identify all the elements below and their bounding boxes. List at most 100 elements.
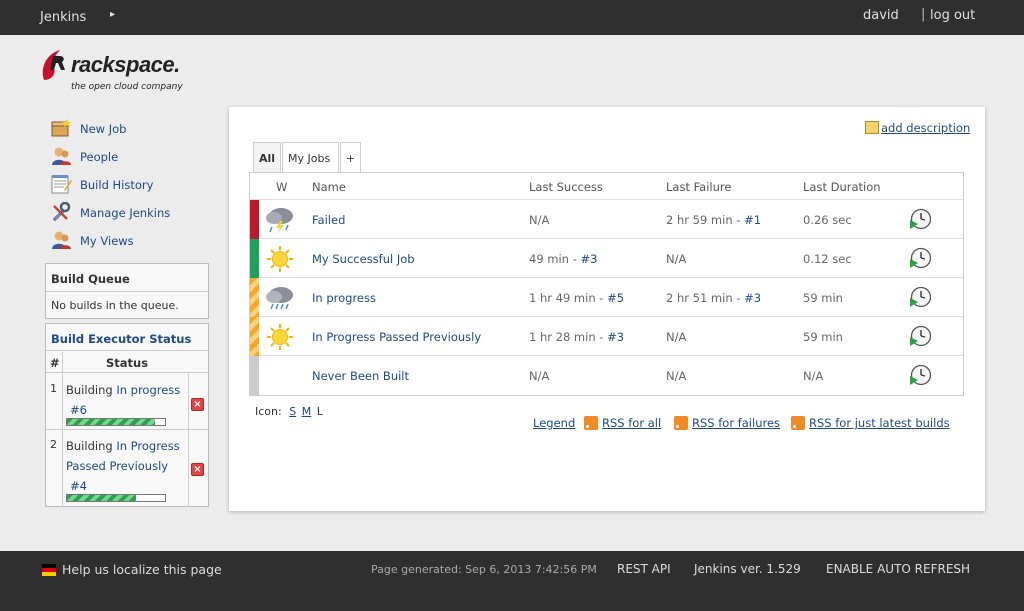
job-name-link[interactable]: Never Been Built <box>312 369 409 383</box>
last-success: 1 hr 49 min - #5 <box>529 291 624 305</box>
sidebar-item-manage-jenkins[interactable]: Manage Jenkins <box>50 202 210 224</box>
executor-job-link[interactable]: In progress <box>116 383 180 397</box>
rest-api-link[interactable]: REST API <box>617 562 671 576</box>
build-queue-pane: Build Queue No builds in the queue. <box>45 263 209 319</box>
sunny-weather-icon <box>267 324 293 350</box>
page-generated-text: Page generated: Sep 6, 2013 7:42:56 PM <box>371 563 597 576</box>
last-failure: N/A <box>666 369 687 383</box>
sidebar-item-my-views[interactable]: My Views <box>50 230 210 252</box>
last-failure-build-link[interactable]: #1 <box>744 213 761 227</box>
build-executor-pane: Build Executor Status # Status 1 Buildin… <box>45 323 209 507</box>
tab-all[interactable]: All <box>253 142 281 172</box>
logout-link[interactable]: log out <box>930 8 975 23</box>
col-last-duration[interactable]: Last Duration <box>803 180 881 194</box>
last-failure: 2 hr 51 min - #3 <box>666 291 761 305</box>
rss-failures-link[interactable]: RSS for failures <box>674 416 780 430</box>
icon-size-selector: Icon: S M L <box>255 405 323 418</box>
tab-new-view[interactable]: + <box>340 142 361 172</box>
sidebar-item-people[interactable]: People <box>50 146 210 168</box>
jenkins-version-link[interactable]: Jenkins ver. 1.529 <box>694 562 801 576</box>
breadcrumb-jenkins[interactable]: Jenkins <box>40 10 86 25</box>
sidebar-item-new-job[interactable]: New Job <box>50 118 210 140</box>
executor-build-link[interactable]: #4 <box>70 479 87 493</box>
username-link[interactable]: david <box>863 8 899 23</box>
last-failure: N/A <box>666 252 687 266</box>
status-failed-indicator <box>250 200 259 239</box>
job-table: W Name Last Success Last Failure Last Du… <box>249 172 964 396</box>
job-name-link[interactable]: In Progress Passed Previously <box>312 330 481 344</box>
schedule-build-icon[interactable] <box>909 208 931 230</box>
build-queue-title[interactable]: Build Queue <box>46 264 208 292</box>
col-name[interactable]: Name <box>312 180 346 194</box>
executor-building-label: Building <box>66 383 113 397</box>
breadcrumb-arrow-icon[interactable]: ▸ <box>110 9 115 20</box>
logo-tagline: the open cloud company <box>71 82 183 92</box>
last-success-build-link[interactable]: #3 <box>580 252 597 266</box>
job-table-header: W Name Last Success Last Failure Last Du… <box>250 173 963 200</box>
rss-icon <box>791 416 805 430</box>
stop-build-icon[interactable]: × <box>191 398 204 411</box>
last-duration: 59 min <box>803 291 843 305</box>
job-row: My Successful Job 49 min - #3 N/A 0.12 s… <box>250 239 963 278</box>
executor-job-link[interactable]: In Progress <box>116 439 179 453</box>
last-duration: 0.12 sec <box>803 252 852 266</box>
build-executor-title[interactable]: Build Executor Status <box>46 324 208 351</box>
col-weather[interactable]: W <box>276 180 287 194</box>
rss-latest-link[interactable]: RSS for just latest builds <box>791 416 950 430</box>
last-failure-build-link[interactable]: #3 <box>744 291 761 305</box>
user-icon <box>52 231 71 249</box>
sidebar-item-label: New Job <box>80 122 127 136</box>
job-name-link[interactable]: My Successful Job <box>312 252 415 266</box>
status-success-indicator <box>250 239 259 278</box>
col-last-success[interactable]: Last Success <box>529 180 603 194</box>
separator: | <box>921 7 926 22</box>
rss-icon <box>584 416 598 430</box>
last-failure-text: 2 hr 59 min - <box>666 213 745 227</box>
rackspace-logo[interactable]: rackspace. the open cloud company <box>40 46 210 98</box>
executor-col-status: Status <box>106 356 149 370</box>
icon-size-large: L <box>316 405 323 418</box>
last-success: 49 min - #3 <box>529 252 597 266</box>
col-last-failure[interactable]: Last Failure <box>666 180 731 194</box>
new-package-icon <box>51 119 72 137</box>
rss-latest-label: RSS for just latest builds <box>809 416 950 430</box>
executor-progress-bar[interactable] <box>66 418 166 426</box>
last-success-build-link[interactable]: #3 <box>607 330 624 344</box>
sidebar-item-label: People <box>80 150 119 164</box>
sunny-weather-icon <box>267 246 293 272</box>
last-success-text: 49 min - <box>529 252 581 266</box>
sidebar-item-build-history[interactable]: Build History <box>50 174 210 196</box>
job-row: Failed N/A 2 hr 59 min - #1 0.26 sec <box>250 200 963 239</box>
last-success: N/A <box>529 213 549 227</box>
job-name-link[interactable]: Failed <box>312 213 345 227</box>
add-description-link[interactable]: add description <box>865 121 970 135</box>
storm-weather-icon <box>266 208 293 234</box>
build-queue-empty-text: No builds in the queue. <box>51 299 179 312</box>
legend-link[interactable]: Legend <box>533 416 575 430</box>
icon-size-medium[interactable]: M <box>302 405 312 418</box>
localize-link[interactable]: Help us localize this page <box>42 562 222 577</box>
schedule-build-icon[interactable] <box>909 286 931 308</box>
logo-wordmark: rackspace. <box>71 52 180 77</box>
last-success-build-link[interactable]: #5 <box>607 291 624 305</box>
schedule-build-icon[interactable] <box>909 247 931 269</box>
executor-job-link-cont[interactable]: Passed Previously <box>66 459 168 473</box>
schedule-build-icon[interactable] <box>909 364 931 386</box>
job-name-link[interactable]: In progress <box>312 291 376 305</box>
rss-all-link[interactable]: RSS for all <box>584 416 661 430</box>
executor-column-headers: # Status <box>46 352 208 373</box>
add-description-label: add description <box>881 121 971 135</box>
top-bar: Jenkins ▸ david | log out <box>0 0 1024 35</box>
rackspace-logo-icon <box>42 50 65 80</box>
flag-icon <box>42 564 56 576</box>
footer: Help us localize this page Page generate… <box>0 551 1024 611</box>
icon-size-small[interactable]: S <box>289 405 296 418</box>
schedule-build-icon[interactable] <box>909 325 931 347</box>
localize-label: Help us localize this page <box>62 562 222 577</box>
executor-progress-bar[interactable] <box>66 494 166 502</box>
stop-build-icon[interactable]: × <box>191 463 204 476</box>
executor-build-link[interactable]: #6 <box>70 403 87 417</box>
job-row: In progress 1 hr 49 min - #5 2 hr 51 min… <box>250 278 963 317</box>
tab-my-jobs[interactable]: My Jobs <box>282 142 339 172</box>
enable-auto-refresh-link[interactable]: ENABLE AUTO REFRESH <box>826 562 970 576</box>
